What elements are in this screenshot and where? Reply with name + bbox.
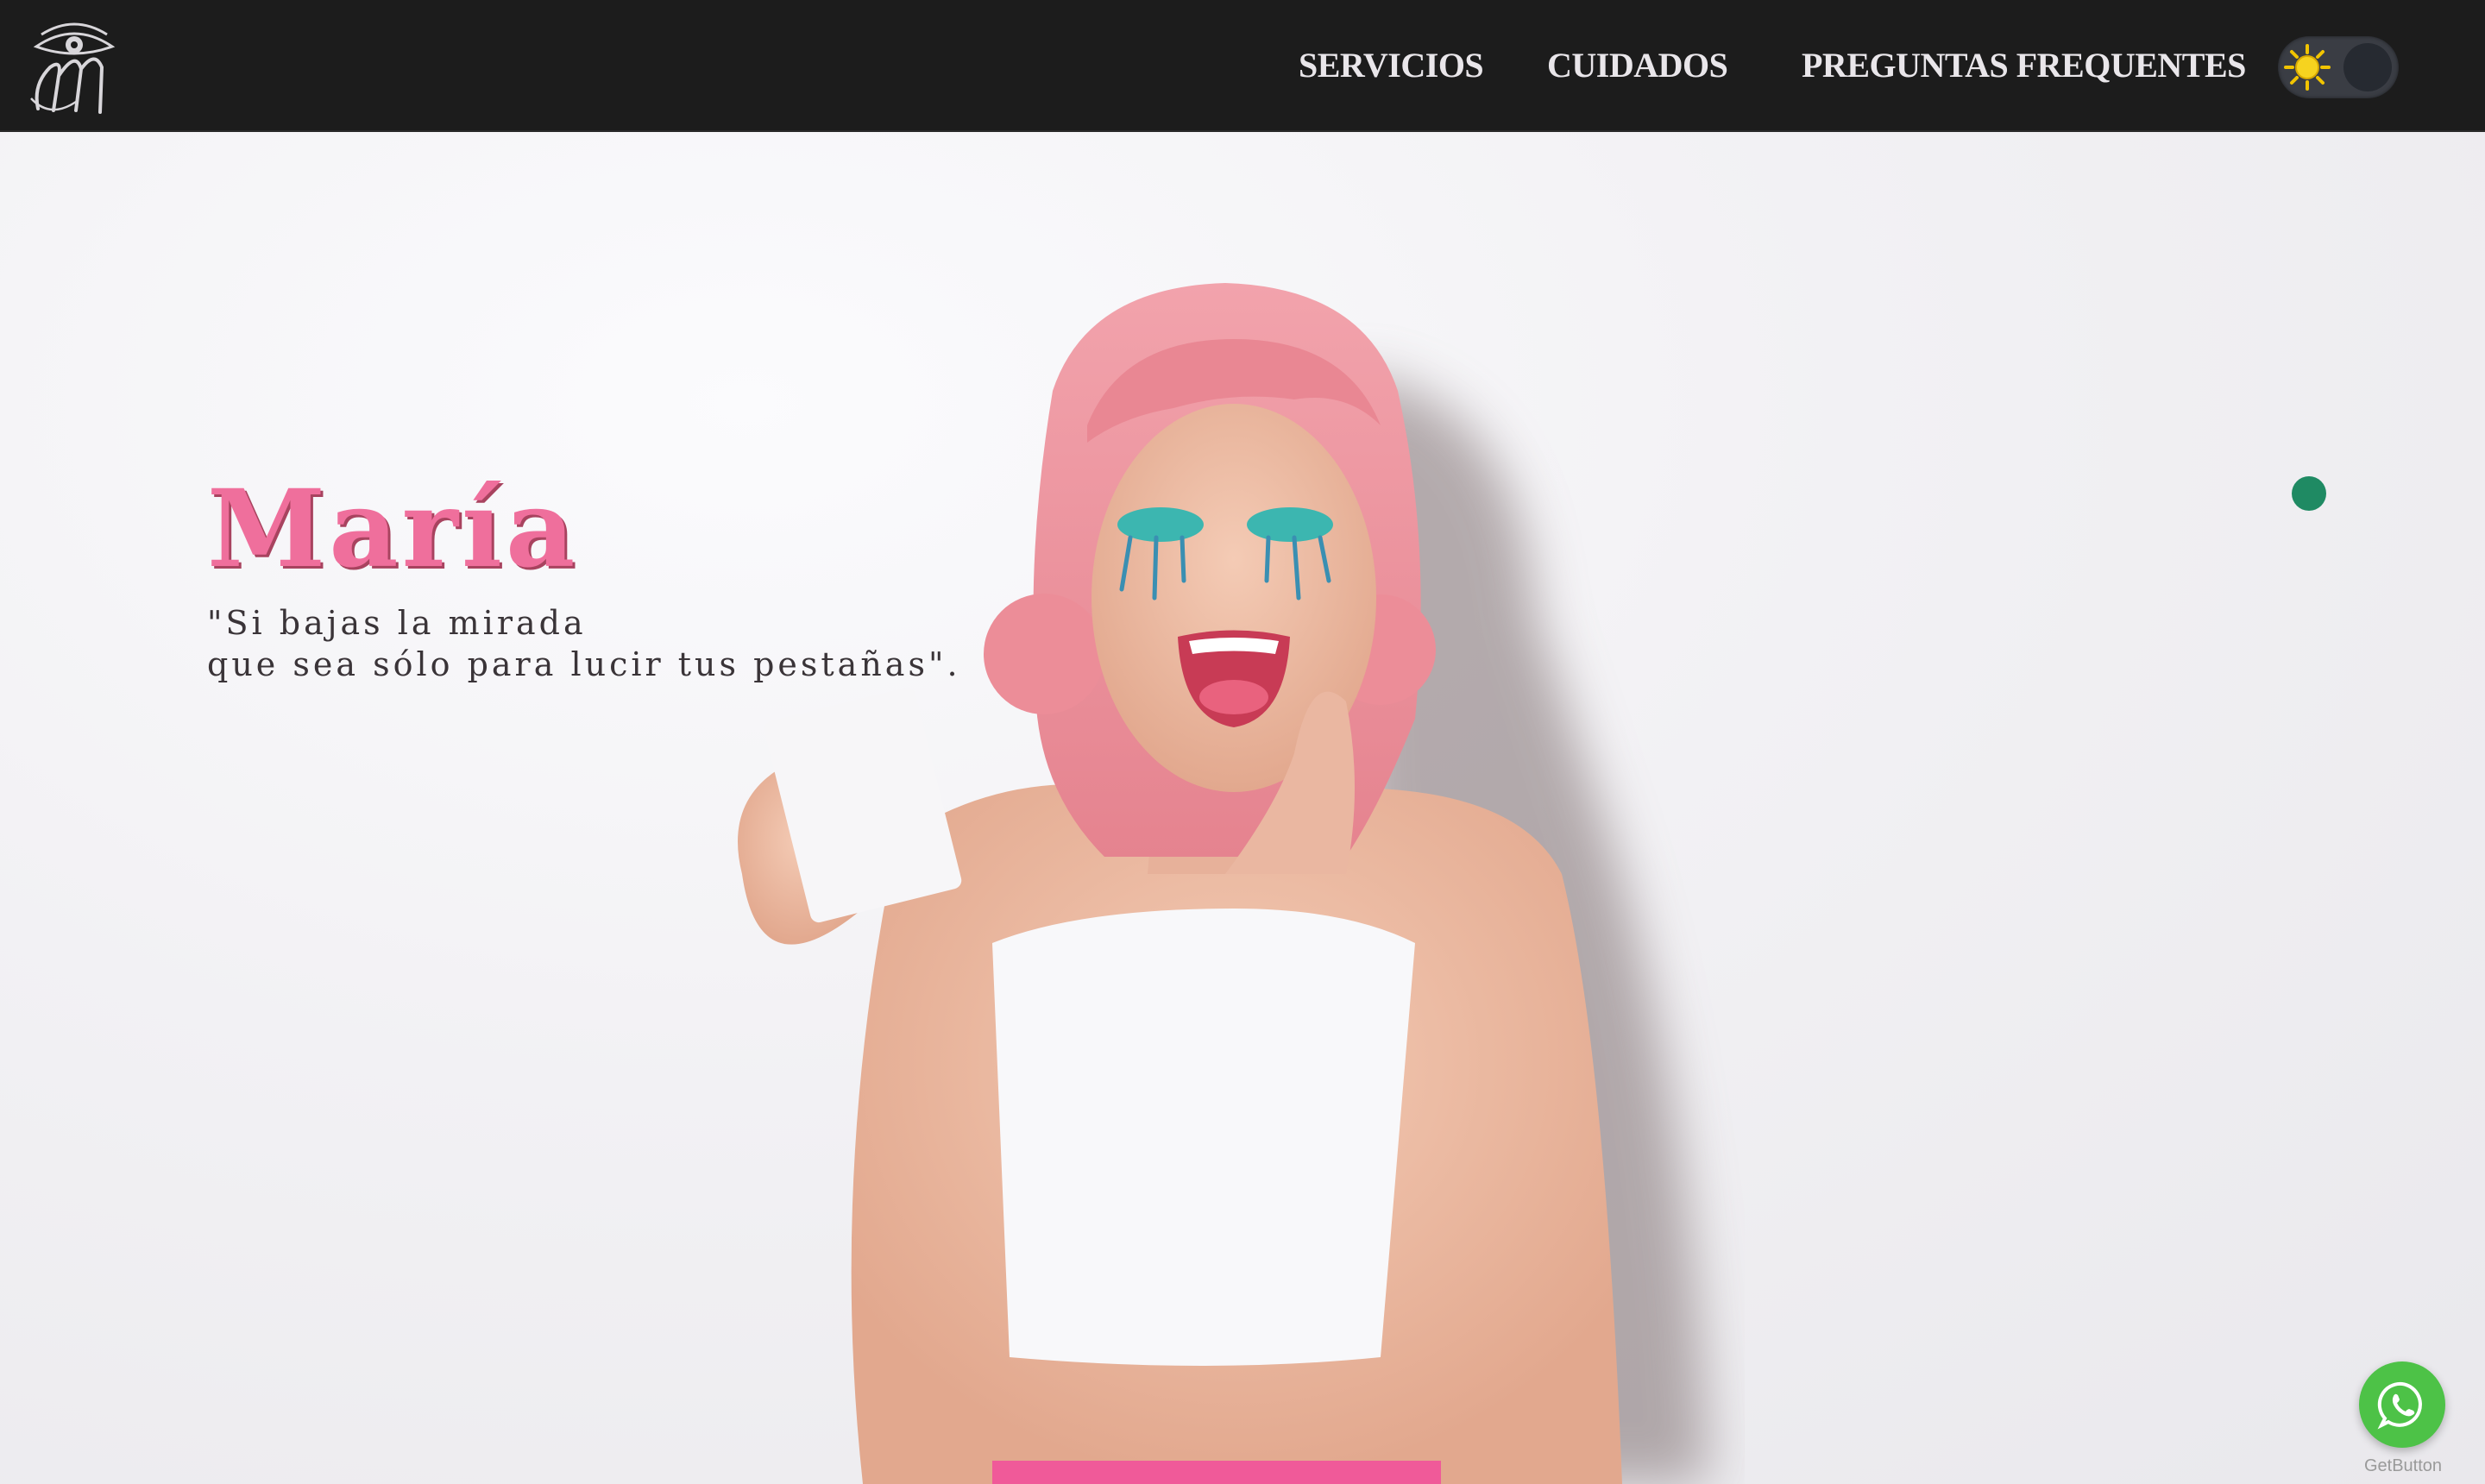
hero-photo	[738, 283, 1708, 1484]
nav-preguntas-frequentes[interactable]: PREGUNTAS FREQUENTES	[1802, 45, 2246, 85]
slider-indicator-dot[interactable]	[2292, 476, 2326, 511]
nav-cuidados[interactable]: CUIDADOS	[1547, 45, 1728, 85]
whatsapp-button[interactable]	[2359, 1361, 2445, 1448]
site-header: SERVICIOS CUIDADOS PREGUNTAS FREQUENTES	[0, 0, 2485, 132]
hero-quote-line-2: que sea sólo para lucir tus pestañas".	[207, 645, 961, 683]
hero-quote-line-1: "Si bajas la mirada	[207, 604, 587, 642]
theme-toggle[interactable]	[2278, 36, 2399, 98]
nav-servicios[interactable]: SERVICIOS	[1299, 45, 1484, 85]
sun-icon	[2284, 44, 2331, 91]
hero-title: María	[207, 467, 579, 592]
hero-quote: "Si bajas la mirada que sea sólo para lu…	[207, 602, 961, 685]
whatsapp-caption: GetButton	[2363, 1456, 2443, 1475]
hero-section: María "Si bajas la mirada que sea sólo p…	[0, 132, 2485, 1484]
whatsapp-icon	[2377, 1381, 2422, 1430]
eye-monogram-logo[interactable]	[24, 16, 124, 119]
toggle-knob	[2343, 43, 2392, 91]
